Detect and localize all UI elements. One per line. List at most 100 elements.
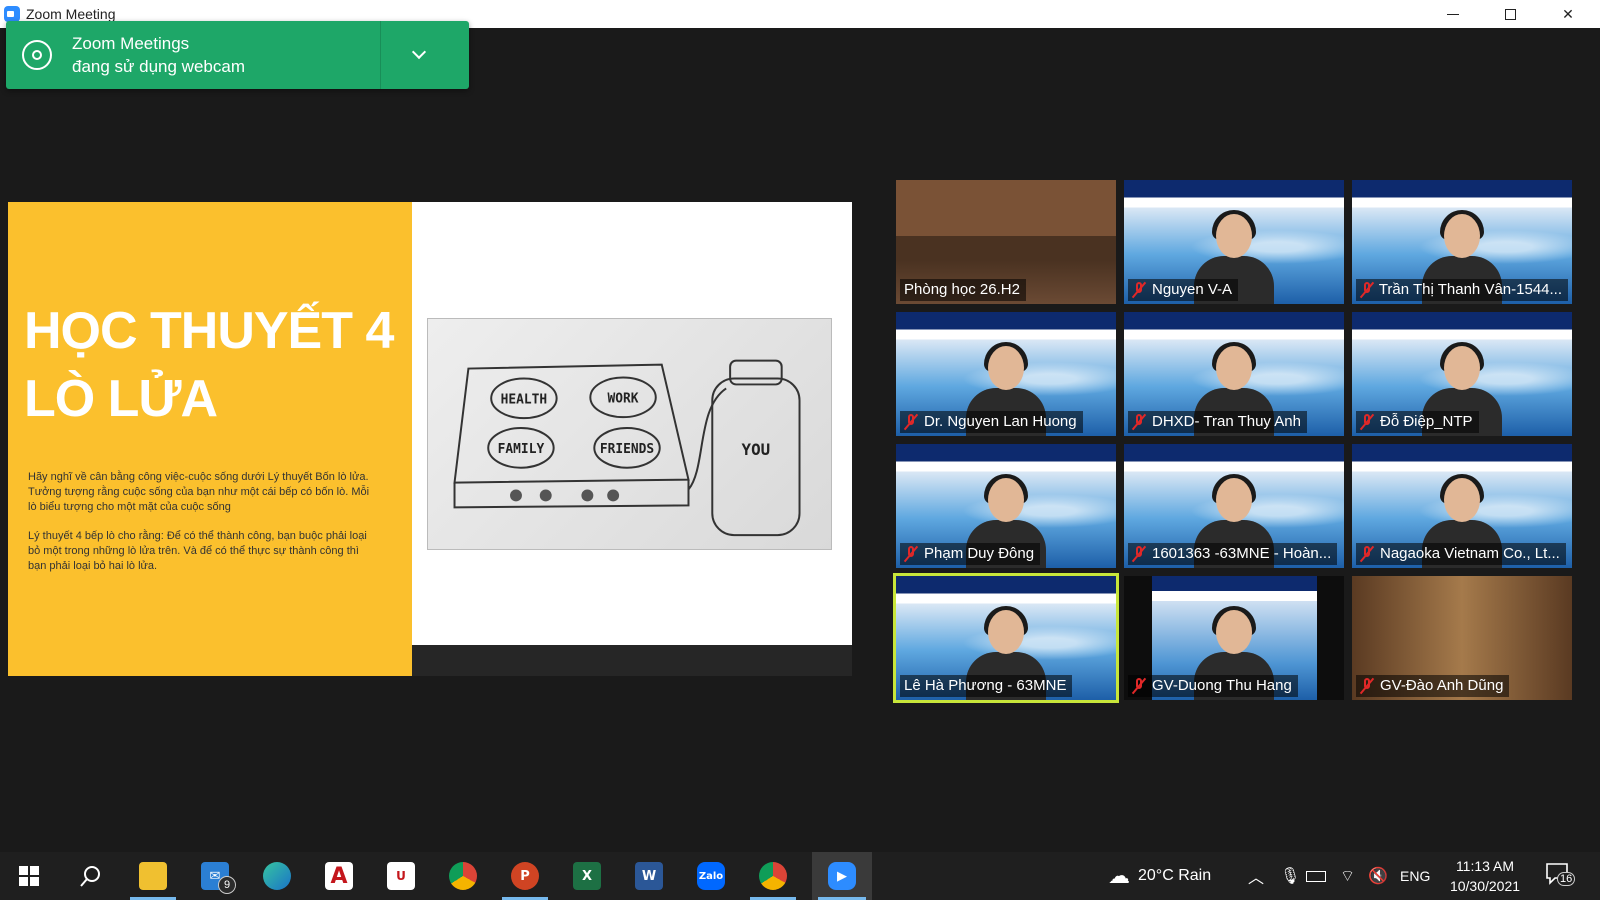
muted-microphone-icon <box>1360 414 1374 430</box>
sketch-label-family: FAMILY <box>498 442 545 457</box>
battery-icon <box>1306 870 1326 882</box>
muted-microphone-icon <box>904 546 918 562</box>
action-center-button[interactable]: 16 <box>1545 862 1576 886</box>
webcam-notification[interactable]: Zoom Meetings đang sử dụng webcam <box>6 21 469 89</box>
weather-widget[interactable]: ☁ 20°C Rain <box>1108 852 1211 900</box>
participant-name: GV-Duong Thu Hang <box>1152 677 1292 694</box>
chrome-profile-icon <box>759 862 787 890</box>
notification-message: đang sử dụng webcam <box>72 57 245 76</box>
network-tray-icon[interactable]: ⌔ <box>1340 852 1355 900</box>
notification-expand-button[interactable] <box>381 44 456 60</box>
participant-video-tile[interactable]: Trần Thị Thanh Vân-1544... <box>1352 180 1572 304</box>
clock-date: 10/30/2021 <box>1449 878 1521 894</box>
participant-name: Phòng học 26.H2 <box>904 281 1020 298</box>
participant-video-tile[interactable]: Nagaoka Vietnam Co., Lt... <box>1352 444 1572 568</box>
zalo-icon: Zalo <box>697 862 725 890</box>
participant-video-tile[interactable]: GV-Đào Anh Dũng <box>1352 576 1572 700</box>
participant-name-label: Đỗ Điệp_NTP <box>1356 411 1479 433</box>
muted-microphone-icon <box>1360 282 1373 298</box>
sketch-label-you: YOU <box>742 440 771 459</box>
participant-video-tile[interactable]: Phạm Duy Đông <box>896 444 1116 568</box>
powerpoint-icon: P <box>511 862 539 890</box>
sketch-label-health: HEALTH <box>501 392 548 407</box>
close-button[interactable]: ✕ <box>1545 0 1591 28</box>
participant-video-tile[interactable]: Dr. Nguyen Lan Huong <box>896 312 1116 436</box>
taskbar-unikey[interactable]: U <box>372 852 430 900</box>
sketch-label-work: WORK <box>608 391 639 406</box>
taskbar-chrome[interactable] <box>434 852 492 900</box>
excel-icon: X <box>573 862 601 890</box>
close-icon: ✕ <box>1562 5 1574 22</box>
show-hidden-icons-button[interactable]: ︿ <box>1248 852 1264 900</box>
cloud-rain-icon: ☁ <box>1108 863 1130 888</box>
microphone-icon: 🎙 <box>1280 868 1301 885</box>
slide-bottom-bar <box>412 645 852 676</box>
taskbar-word[interactable]: W <box>620 852 678 900</box>
taskbar-mail[interactable]: ✉ 9 <box>186 852 244 900</box>
wifi-icon: ⌔ <box>1340 868 1356 885</box>
muted-microphone-icon <box>1132 678 1146 694</box>
taskbar-acrobat[interactable]: A <box>310 852 368 900</box>
participant-name: 1601363 -63MNE - Hoàn... <box>1152 545 1332 562</box>
system-clock[interactable]: 11:13 AM 10/30/2021 <box>1440 856 1530 896</box>
muted-microphone-icon <box>1360 678 1374 694</box>
muted-microphone-icon <box>1360 546 1374 562</box>
participant-name-label: Lê Hà Phương - 63MNE <box>900 675 1073 697</box>
windows-icon <box>19 866 39 886</box>
participant-name: Lê Hà Phương - 63MNE <box>904 677 1067 694</box>
taskbar-excel[interactable]: X <box>558 852 616 900</box>
notification-title: Zoom Meetings <box>72 34 190 53</box>
word-icon: W <box>635 862 663 890</box>
participant-name: GV-Đào Anh Dũng <box>1380 677 1504 694</box>
webcam-icon <box>22 40 52 70</box>
slide-title-line2: LÒ LỬA <box>24 370 218 428</box>
taskbar-edge[interactable] <box>248 852 306 900</box>
restore-icon <box>1504 8 1516 20</box>
participant-video-tile[interactable]: Lê Hà Phương - 63MNE <box>893 573 1119 703</box>
participant-name-label: GV-Duong Thu Hang <box>1128 675 1298 697</box>
restore-button[interactable] <box>1487 0 1533 28</box>
stove-sketch-drawing: HEALTH WORK FAMILY FRIENDS YOU <box>453 359 801 537</box>
input-language[interactable]: ENG <box>1400 852 1430 900</box>
battery-tray-icon[interactable] <box>1306 852 1326 900</box>
stove-sketch-image: HEALTH WORK FAMILY FRIENDS YOU <box>427 318 832 550</box>
participant-video-tile[interactable]: Nguyen V-A <box>1124 180 1344 304</box>
shared-screen-slide: HỌC THUYẾT 4 LÒ LỬA Hãy nghĩ về cân bằng… <box>8 202 852 676</box>
unikey-icon: U <box>387 862 415 890</box>
muted-microphone-icon <box>1132 546 1146 562</box>
participant-video-tile[interactable]: Phòng học 26.H2 <box>896 180 1116 304</box>
taskbar-zalo[interactable]: Zalo <box>682 852 740 900</box>
slide-paragraph-2: Lý thuyết 4 bếp lò cho rằng: Để có thể t… <box>28 530 367 572</box>
search-button[interactable] <box>62 852 120 900</box>
participant-name-label: Phạm Duy Đông <box>900 543 1041 565</box>
sketch-label-friends: FRIENDS <box>600 442 654 457</box>
start-button[interactable] <box>0 852 58 900</box>
participant-video-tile[interactable]: 1601363 -63MNE - Hoàn... <box>1124 444 1344 568</box>
minimize-icon <box>1447 13 1459 15</box>
volume-tray-icon[interactable]: 🔇 <box>1368 852 1388 900</box>
minimize-button[interactable] <box>1430 0 1476 28</box>
taskbar-chrome-profile[interactable] <box>744 852 802 900</box>
participant-name: Trần Thị Thanh Vân-1544... <box>1378 281 1562 298</box>
taskbar-powerpoint[interactable]: P <box>496 852 554 900</box>
muted-microphone-icon <box>904 414 918 430</box>
microphone-tray-icon[interactable]: 🎙 <box>1280 852 1300 900</box>
participant-name-label: Dr. Nguyen Lan Huong <box>900 411 1083 433</box>
participant-name-label: GV-Đào Anh Dũng <box>1356 675 1510 697</box>
chrome-icon <box>449 862 477 890</box>
participant-video-tile[interactable]: GV-Duong Thu Hang <box>1124 576 1344 700</box>
window-title: Zoom Meeting <box>26 6 116 22</box>
slide-title-line1: HỌC THUYẾT 4 <box>24 302 394 360</box>
taskbar-file-explorer[interactable] <box>124 852 182 900</box>
clock-time: 11:13 AM <box>1455 858 1515 874</box>
participant-video-tile[interactable]: DHXD- Tran Thuy Anh <box>1124 312 1344 436</box>
slide-yellow-panel: HỌC THUYẾT 4 LÒ LỬA Hãy nghĩ về cân bằng… <box>8 202 412 676</box>
weather-text: 20°C Rain <box>1138 867 1212 884</box>
zoom-icon: ▶ <box>828 862 856 890</box>
slide-paragraph-1: Hãy nghĩ về cân bằng công việc-cuộc sống… <box>28 471 370 513</box>
taskbar-zoom[interactable]: ▶ <box>812 852 872 900</box>
participant-video-tile[interactable]: Đỗ Điệp_NTP <box>1352 312 1572 436</box>
participant-name: Dr. Nguyen Lan Huong <box>924 413 1077 430</box>
participant-name-label: Trần Thị Thanh Vân-1544... <box>1356 279 1568 301</box>
search-icon <box>80 866 100 887</box>
